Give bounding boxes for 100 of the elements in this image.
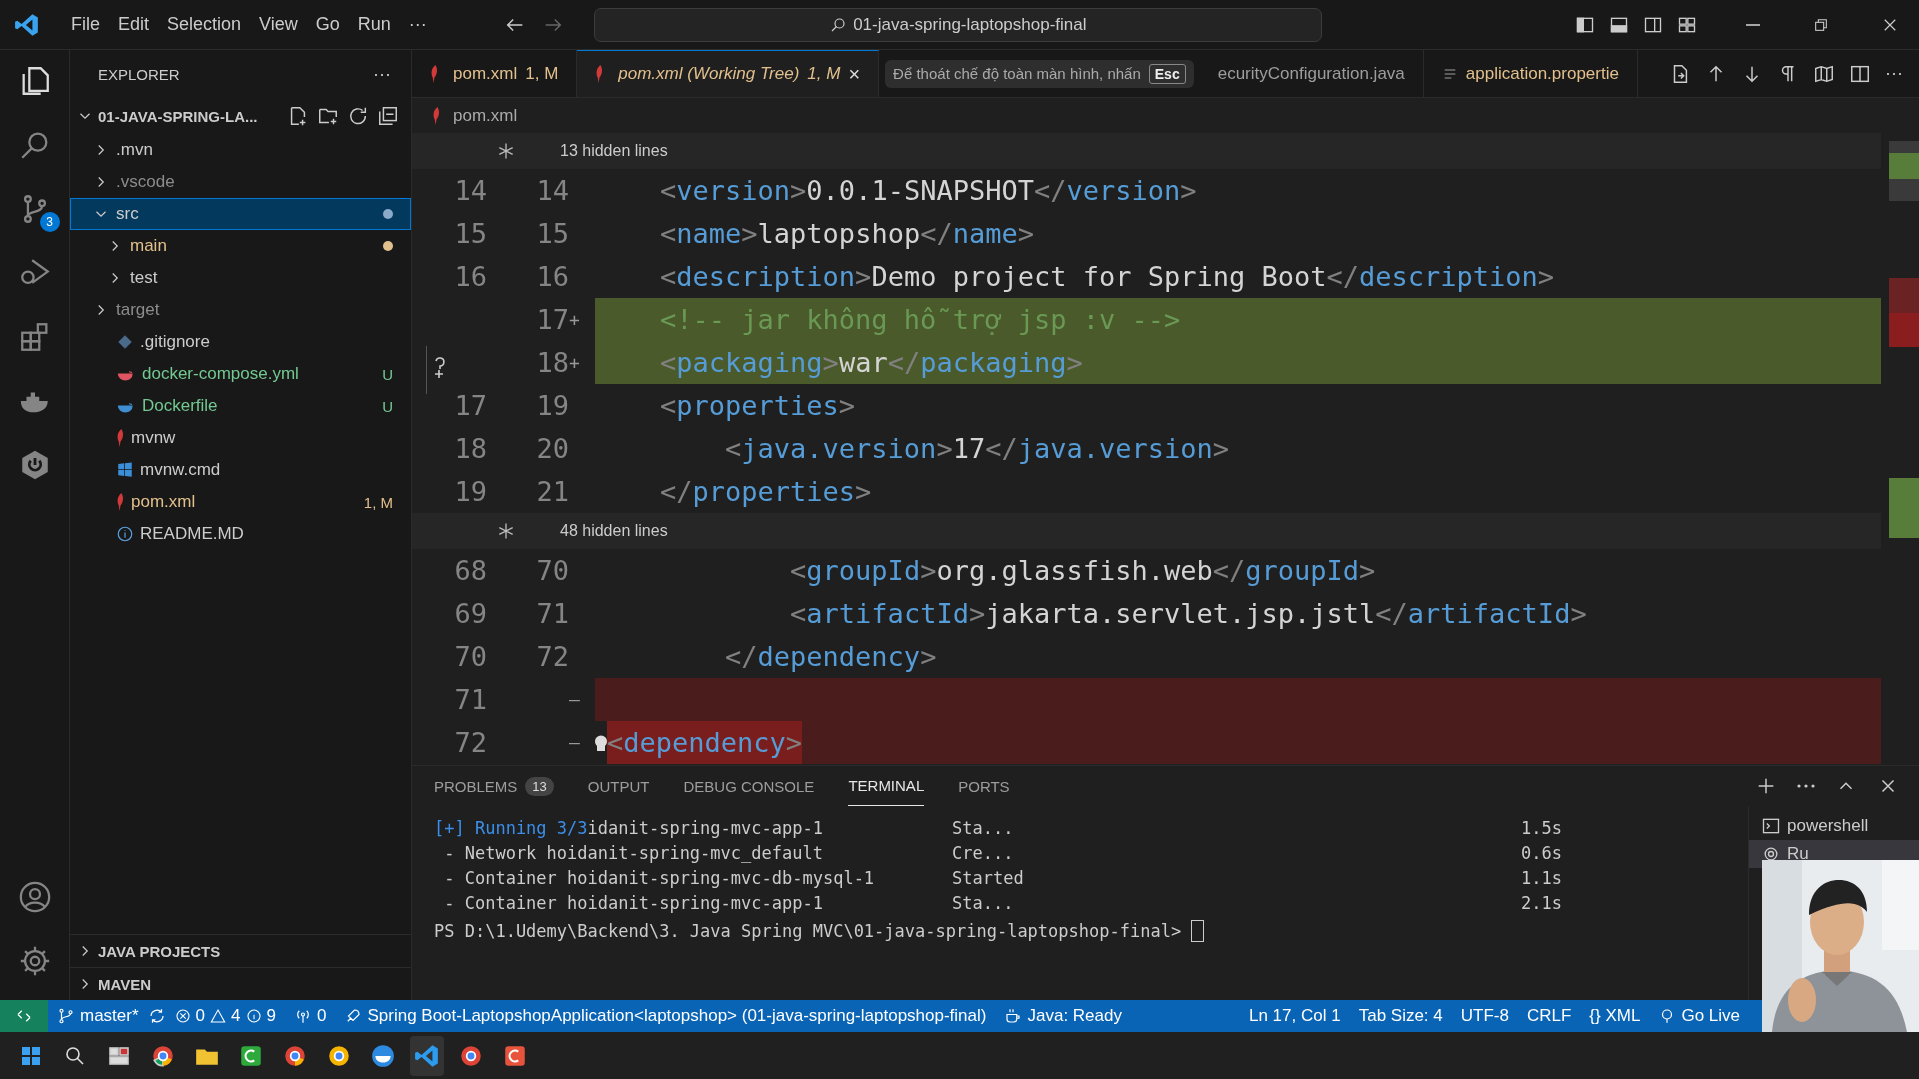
tree-item[interactable]: mvnw — [70, 422, 411, 454]
panel-tab[interactable]: OUTPUT — [587, 766, 650, 806]
tree-item[interactable]: .mvn — [70, 134, 411, 166]
fold-icon — [496, 521, 516, 541]
status-item[interactable]: CRLF — [1517, 1006, 1581, 1026]
line-number: 71 — [453, 684, 487, 715]
lightbulb-icon[interactable] — [595, 734, 607, 751]
code-text: <!-- jar không hỗ trợ jsp :v --> — [659, 304, 1181, 335]
line-number: 15 — [535, 218, 569, 249]
terminal-line: - Network hoidanit-spring-mvc_default — [443, 843, 824, 865]
line-number: 18 — [535, 347, 569, 378]
feather-icon — [595, 65, 605, 83]
menu-item[interactable]: Run — [348, 10, 400, 39]
search-icon — [829, 15, 848, 34]
menu-item[interactable]: Edit — [109, 10, 159, 39]
tree-item[interactable]: docker-compose.yml U — [70, 358, 411, 390]
terminal-status: Cre... — [952, 843, 1015, 865]
more-button[interactable]: ··· — [1885, 63, 1903, 84]
code-text: <description>Demo project for Spring Boot</description> — [659, 261, 1555, 292]
java-status[interactable]: Java: Ready — [995, 1006, 1131, 1026]
tree-item[interactable]: .vscode — [70, 166, 411, 198]
line-number: 20 — [535, 433, 569, 464]
line-number: 19 — [453, 476, 487, 507]
minimize-icon[interactable] — [1745, 23, 1761, 26]
section-header[interactable]: JAVA PROJECTS — [70, 934, 411, 967]
breadcrumb[interactable]: pom.xml — [453, 105, 518, 126]
git-icon — [116, 333, 134, 351]
git-status-label: 1, M — [525, 63, 559, 84]
status-item[interactable]: Tab Size: 4 — [1349, 1006, 1452, 1026]
code-text: <java.version>17</java.version> — [724, 433, 1230, 464]
panel-tab[interactable]: TERMINAL — [848, 766, 925, 806]
git-status-label: 1, M — [363, 493, 393, 511]
tree-item[interactable]: src — [70, 198, 411, 230]
terminal-time: 1.1s — [1520, 868, 1562, 890]
hidden-lines-bar[interactable]: 48 hidden lines — [412, 513, 1881, 549]
project-title[interactable]: 01-JAVA-SPRING-LA... — [98, 107, 258, 125]
menu-item[interactable]: ··· — [399, 10, 436, 39]
terminal-time: 2.1s — [1520, 893, 1562, 915]
terminal-status: Started — [952, 868, 1025, 890]
line-number: 15 — [453, 218, 487, 249]
terminal-status: Sta... — [952, 818, 1015, 840]
ports-status[interactable]: 0 — [285, 1006, 336, 1026]
feather-icon — [432, 106, 441, 125]
code-text: </properties> — [659, 476, 872, 507]
tree-item[interactable]: .gitignore — [70, 326, 411, 358]
code-text: </dependency> — [724, 641, 937, 672]
terminal-line: [+] Running 3/3idanit-spring-mvc-app-1 — [434, 818, 824, 840]
diff-marker: + — [569, 309, 581, 330]
git-status-label: U — [382, 397, 393, 415]
feather-icon — [116, 429, 125, 447]
branch-status[interactable]: master* — [48, 1006, 148, 1026]
tree-item[interactable]: pom.xml 1, M — [70, 486, 411, 518]
info-icon — [116, 525, 134, 543]
line-number: 14 — [453, 175, 487, 206]
go-live-status[interactable]: Go Live — [1649, 1006, 1749, 1026]
cup-icon — [1004, 1007, 1023, 1025]
line-number: 69 — [453, 598, 487, 629]
editor-tab[interactable]: pom.xml (Working Tree) 1, M × — [577, 50, 880, 97]
terminal-line: - Container hoidanit-spring-mvc-app-1 — [443, 893, 824, 915]
run-status[interactable]: Spring Boot-LaptopshopApplication<laptopshop> (01-java-spring-laptopshop-final) — [335, 1006, 996, 1026]
menu-item[interactable]: Go — [306, 10, 349, 39]
error-icon — [174, 1008, 191, 1024]
panel-tab[interactable]: PROBLEMS 13 — [434, 766, 554, 806]
more-icon[interactable] — [1797, 784, 1815, 788]
panel-tab[interactable]: PORTS — [958, 766, 1010, 806]
more-button[interactable]: ··· — [373, 63, 391, 85]
git-status-label: 1, M — [807, 64, 841, 84]
menu-item[interactable]: View — [250, 10, 307, 39]
tree-item[interactable]: README.MD — [70, 518, 411, 550]
diff-marker: — — [569, 732, 581, 753]
status-item[interactable]: Ln 17, Col 1 — [1240, 1006, 1350, 1026]
refresh-icon — [347, 105, 369, 127]
tree-item[interactable]: Dockerfile U — [70, 390, 411, 422]
line-number: 68 — [453, 555, 487, 586]
code-text: <groupId>org.glassfish.web</groupId> — [789, 555, 1376, 586]
terminal-time: 1.5s — [1520, 818, 1562, 840]
close-button[interactable]: × — [848, 62, 861, 86]
terminal-item[interactable]: powershell — [1749, 812, 1919, 840]
status-item[interactable]: UTF-8 — [1451, 1006, 1518, 1026]
tree-item[interactable]: mvnw.cmd — [70, 454, 411, 486]
status-item[interactable]: {} XML — [1580, 1006, 1650, 1026]
menu-item[interactable]: File — [62, 10, 109, 39]
fold-icon — [496, 141, 516, 161]
terminal-icon — [1761, 816, 1781, 836]
git-status-label: U — [382, 365, 393, 383]
panel-tab[interactable]: DEBUG CONSOLE — [683, 766, 815, 806]
code-text: <version>0.0.1-SNAPSHOT</version> — [659, 175, 1197, 206]
line-number: 14 — [535, 175, 569, 206]
problems-status[interactable]: 0 4 9 — [165, 1006, 285, 1026]
command-center[interactable]: 01-java-spring-laptopshop-final — [593, 7, 1322, 42]
tree-item[interactable]: test — [70, 262, 411, 294]
tree-item[interactable]: target — [70, 294, 411, 326]
menu-item[interactable]: Selection — [158, 10, 251, 39]
collapse-icon — [377, 105, 399, 127]
line-number: 72 — [535, 641, 569, 672]
tree-item[interactable]: main — [70, 230, 411, 262]
code-logo-icon — [14, 11, 40, 38]
code-text: <properties> — [659, 390, 856, 421]
hidden-lines-bar[interactable]: 13 hidden lines — [412, 133, 1881, 169]
code-text: <artifactId>jakarta.servlet.jsp.jstl</artifactId> — [789, 598, 1587, 629]
